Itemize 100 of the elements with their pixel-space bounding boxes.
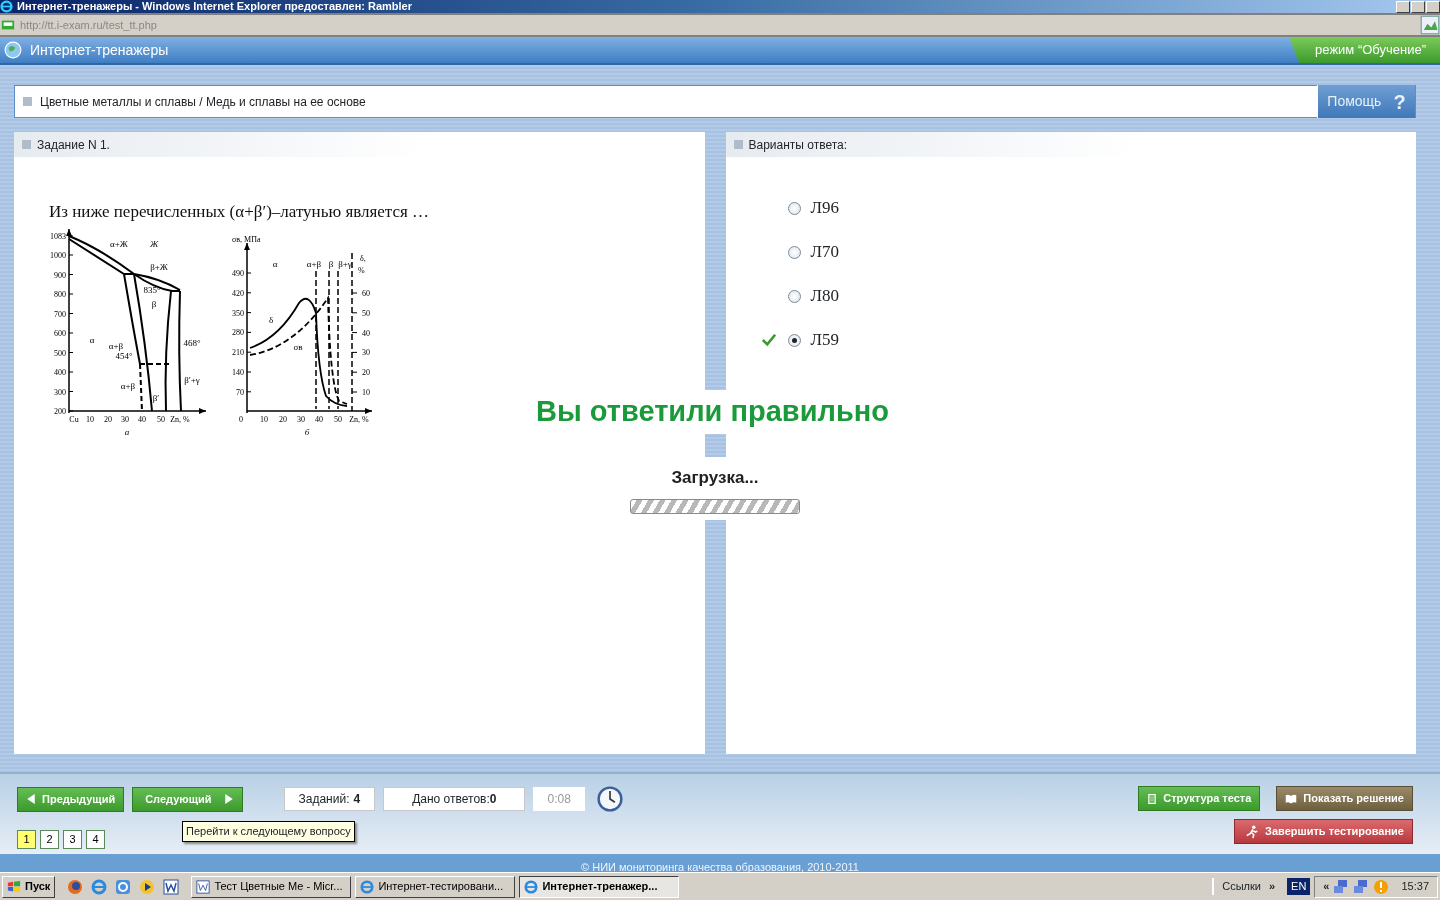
app-title: Интернет-тренажеры [30, 40, 170, 60]
tick-label: 280 [232, 327, 244, 337]
region-label: β+Ж [150, 261, 168, 272]
mode-label: режим “Обучение” [1289, 37, 1440, 63]
tick-label: 1083 [50, 231, 66, 241]
tick-label: 140 [232, 367, 244, 377]
window-title: Интернет-тренажеры - Windows Internet Explorer предоставлен: Rambler [16, 0, 413, 13]
radio-button[interactable] [787, 333, 801, 347]
timer-text: 0:08 [533, 787, 585, 811]
tick-label: Zn, % [349, 414, 369, 424]
tooltip: Перейти к следующему вопросу [182, 821, 355, 842]
start-button[interactable]: Пуск [2, 875, 56, 898]
tick-label: 210 [232, 347, 244, 357]
browser-icon [360, 879, 375, 894]
finish-button[interactable]: Завершить тестирование [1234, 819, 1413, 844]
tray-toggle[interactable]: « [1323, 878, 1330, 895]
bullet-icon [23, 97, 32, 106]
region-label: 835° [143, 284, 161, 295]
tick-label: 800 [54, 289, 66, 299]
solution-button[interactable]: Показать решение [1276, 786, 1413, 811]
tasks-count: 4 [353, 791, 361, 808]
radio-button[interactable] [787, 289, 801, 303]
refresh-icon[interactable] [115, 878, 132, 895]
play-icon[interactable] [139, 878, 156, 895]
tick-label: 500 [54, 348, 66, 357]
tick-label: 700 [54, 309, 66, 318]
tick-label: 70 [236, 387, 244, 397]
more-links-button[interactable]: » [1268, 878, 1276, 895]
bullet-icon [22, 140, 31, 149]
caption-text: б [304, 426, 310, 437]
tick-label: 1000 [50, 250, 66, 260]
tick-label: 60 [362, 288, 370, 298]
breadcrumb-text: Цветные металлы и сплавы / Медь и сплавы на ее основе [40, 93, 366, 111]
radio-button[interactable] [787, 201, 801, 215]
region-label: δ [268, 314, 274, 325]
book-icon [1285, 792, 1298, 805]
option-label: Л70 [810, 241, 840, 264]
bullet-icon [733, 140, 743, 149]
tick-label: 40 [138, 414, 146, 424]
document-icon[interactable] [163, 878, 180, 895]
taskbar-button[interactable]: Тест Цветные Ме - Micr... [191, 875, 352, 898]
taskbar-button[interactable]: Интернет-тренажер... [519, 875, 680, 898]
region-label: β+γ [338, 258, 352, 269]
minimize-button[interactable] [1396, 0, 1410, 13]
tick-label: 20 [279, 414, 287, 424]
answers-label: Дано ответов: [412, 791, 490, 808]
tick-label: 600 [54, 328, 66, 338]
right-arrow-icon [223, 792, 234, 806]
tick-label: 300 [54, 387, 66, 396]
browser-icon [524, 879, 539, 894]
region-label: 468° [183, 337, 201, 348]
tick-label: 0 [239, 414, 243, 424]
tick-label: 50 [157, 414, 165, 424]
caption-text: а [124, 426, 130, 437]
tick-label: 420 [232, 288, 244, 298]
browser-icon[interactable] [91, 878, 108, 895]
language-indicator[interactable]: EN [1287, 878, 1311, 895]
tick-label: 40 [315, 414, 323, 424]
loading-text: Загрузка... [671, 467, 759, 489]
maximize-button[interactable] [1411, 0, 1425, 13]
tick-label: 30 [362, 347, 370, 357]
clock-icon [596, 786, 623, 812]
tick-label: 50 [334, 414, 342, 424]
tick-label: 200 [54, 406, 66, 416]
windows-flag-icon [7, 879, 21, 894]
running-person-icon [1245, 823, 1260, 840]
document-icon [196, 879, 211, 894]
tick-label: 50 [362, 308, 370, 318]
globe-icon[interactable] [67, 878, 84, 895]
region-label: α+β [120, 380, 136, 391]
document-icon [1147, 792, 1158, 805]
region-label: β [151, 298, 157, 309]
radio-button[interactable] [787, 245, 801, 259]
axis-title: δ, [360, 253, 366, 263]
option-label: Л96 [810, 197, 840, 220]
network-icon[interactable] [1333, 878, 1350, 895]
warning-icon[interactable] [1373, 878, 1390, 895]
option-label: Л59 [810, 329, 840, 352]
region-label: α+Ж [110, 238, 128, 249]
page-button[interactable]: 2 [40, 830, 59, 849]
axis-title: σв, МПа [232, 234, 261, 244]
region-label: β [328, 258, 334, 269]
region-label: α+β [108, 340, 124, 351]
tick-label: 400 [54, 367, 66, 377]
page-button[interactable]: 4 [86, 830, 105, 849]
page-button[interactable]: 1 [17, 830, 36, 849]
page-button[interactable]: 3 [63, 830, 82, 849]
tick-label: 30 [121, 414, 129, 424]
network-icon[interactable] [1353, 878, 1370, 895]
page-icon [0, 18, 16, 32]
tick-label: 20 [104, 414, 112, 424]
close-button[interactable] [1426, 0, 1440, 13]
tick-label: 10 [86, 414, 94, 424]
taskbar-button[interactable]: Интернет-тестировани... [355, 875, 516, 898]
axis-title: % [358, 265, 365, 275]
links-label: Ссылки [1222, 879, 1261, 895]
tick-label: 40 [362, 328, 370, 338]
question-text: Из ниже перечисленных (α+β′)–латунью является … [49, 201, 431, 223]
region-label: Ж [149, 238, 159, 249]
tick-label: 30 [297, 414, 305, 424]
